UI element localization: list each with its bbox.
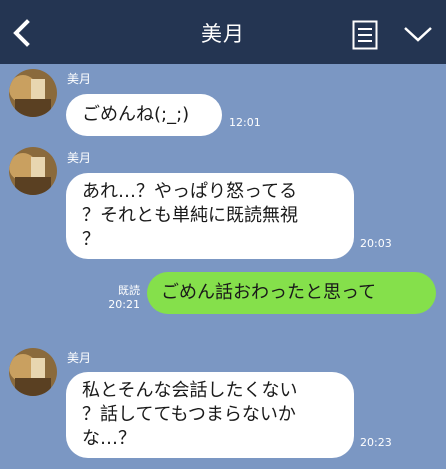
avatar[interactable] bbox=[9, 348, 57, 396]
message-text-line: な…？ bbox=[82, 428, 136, 449]
read-status: 既読 bbox=[118, 284, 140, 297]
chat-header: 美月 bbox=[0, 0, 446, 64]
message-text: ごめん話おわったと思って bbox=[161, 282, 377, 303]
message-text-line: ？ bbox=[82, 229, 100, 250]
message-text: ごめんね(;_;) bbox=[82, 104, 190, 125]
avatar[interactable] bbox=[9, 147, 57, 195]
avatar-photo-icon bbox=[9, 147, 57, 195]
chevron-down-icon bbox=[404, 27, 432, 42]
sender-name: 美月 bbox=[67, 351, 92, 365]
message-text-line: ？話しててもつまらないか bbox=[82, 404, 296, 425]
message-text-line: ？それとも単純に既読無視 bbox=[82, 205, 298, 226]
message-time: 20:23 bbox=[360, 436, 392, 449]
avatar-photo-icon bbox=[9, 348, 57, 396]
sender-name: 美月 bbox=[67, 72, 92, 86]
sender-name: 美月 bbox=[67, 151, 92, 165]
message-time: 20:03 bbox=[360, 237, 392, 250]
avatar[interactable] bbox=[9, 69, 57, 117]
message-bubble-outgoing[interactable]: ごめん話おわったと思って bbox=[147, 272, 436, 314]
message-time: 12:01 bbox=[229, 116, 261, 129]
message-text-line: あれ…？やっぱり怒ってる bbox=[82, 181, 298, 202]
message-bubble[interactable]: ごめんね(;_;) bbox=[66, 94, 222, 136]
message-bubble[interactable]: あれ…？やっぱり怒ってる ？それとも単純に既読無視 ？ bbox=[66, 173, 354, 259]
expand-button[interactable] bbox=[402, 24, 434, 44]
avatar-photo-icon bbox=[9, 69, 57, 117]
message-time: 20:21 bbox=[108, 298, 140, 311]
message-bubble[interactable]: 私とそんな会話したくない ？話しててもつまらないか な…？ bbox=[66, 372, 354, 458]
notes-menu-icon bbox=[352, 20, 378, 50]
message-text-line: 私とそんな会話したくない bbox=[82, 380, 298, 401]
chat-title: 美月 bbox=[201, 22, 245, 46]
notes-menu-button[interactable] bbox=[352, 20, 378, 50]
